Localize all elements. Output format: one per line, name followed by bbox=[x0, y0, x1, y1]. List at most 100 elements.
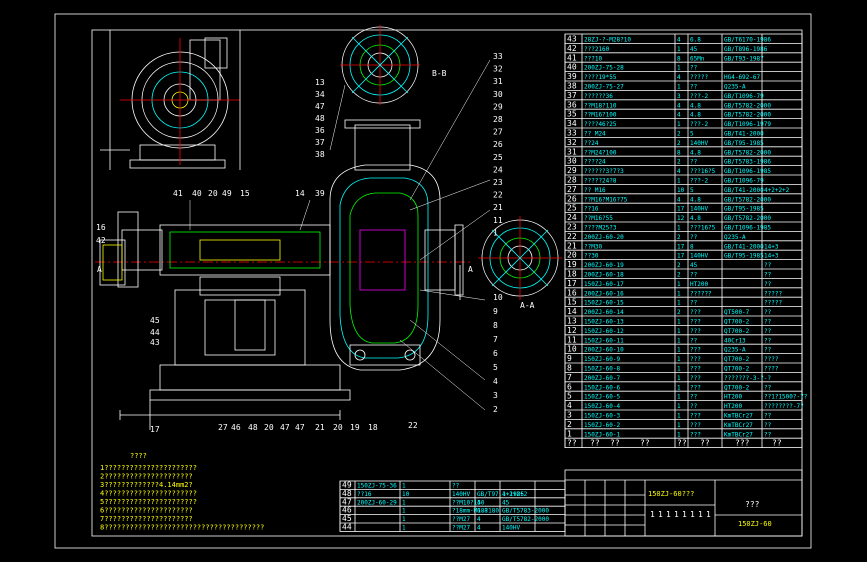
bom-cell: ?????24?8 bbox=[584, 178, 617, 185]
bom-cell: 150ZJ-60-13 bbox=[584, 319, 624, 326]
bom-cell: ??M24?100 bbox=[584, 149, 617, 156]
bom-cell: 42 bbox=[567, 44, 577, 53]
balloon-top-right: 33 bbox=[493, 52, 503, 61]
bom-cell: 27 bbox=[567, 185, 577, 194]
bom-cell: ???16?5 bbox=[690, 225, 716, 232]
balloon-bottom: 47 bbox=[295, 423, 305, 432]
note-line: 3?????????????4.14mm2? bbox=[100, 481, 193, 489]
bom-cell: GB/T896-1986 bbox=[724, 46, 768, 53]
bom-cell: 150ZJ-60-12 bbox=[584, 328, 624, 335]
bom-cell: QT700-2 bbox=[724, 356, 750, 363]
bom-cell: ????? bbox=[690, 74, 708, 81]
bom-cell: 4.8 bbox=[690, 196, 701, 203]
bom-cell: ????? bbox=[764, 290, 782, 297]
bom-cell: ??M16?55 bbox=[584, 215, 613, 222]
bom-cell: ?? bbox=[690, 394, 698, 401]
bom-cell: 150ZJ-60-2 bbox=[584, 422, 621, 429]
bom-cell: 40 bbox=[567, 63, 577, 72]
bom-cell: 1 bbox=[677, 394, 681, 401]
balloon-top-right: 31 bbox=[493, 77, 503, 86]
bom-cell: ??? bbox=[690, 375, 701, 382]
bom-cell: GB/T93-1987 bbox=[724, 55, 764, 62]
note-line: 2????????????????????? bbox=[100, 473, 193, 481]
bom-header-cell: ?? bbox=[610, 439, 620, 448]
balloon-top-right: 29 bbox=[493, 102, 503, 111]
bom-cell: 20 bbox=[567, 251, 577, 260]
bom-cell: ?? M24 bbox=[584, 131, 606, 138]
note-line: 4?????????????????????? bbox=[100, 490, 197, 498]
balloon-top-left: 13 bbox=[315, 78, 325, 87]
bom-cell: 2 bbox=[677, 309, 681, 316]
balloon-left: 16 bbox=[96, 223, 106, 232]
bom-cell: ??????3?7?3 bbox=[584, 168, 624, 175]
note-line: 1?????????????????????? bbox=[100, 464, 197, 472]
title-texts: 150ZJ-60??? ??? 150ZJ-60 bbox=[648, 490, 772, 528]
bom-cell: 1 bbox=[677, 366, 681, 373]
bom-cell: 200ZJ-60-14 bbox=[584, 309, 624, 316]
bom-cell: ????19*55 bbox=[584, 74, 617, 81]
pump-assembly-drawing: 43 28ZJ-?-M28?10 4 6.8 GB/T6170-198642 ???216… bbox=[54, 13, 812, 549]
bom-cell: 17 bbox=[567, 279, 577, 288]
bom-cell: ?? bbox=[764, 319, 772, 326]
bottom-bom-cell: 10 bbox=[402, 491, 410, 498]
bom-cell: ??? bbox=[690, 431, 701, 438]
bom-cell: 12 bbox=[677, 215, 685, 222]
balloon-top-left: 34 bbox=[315, 90, 325, 99]
bom-cell: ?? bbox=[690, 84, 698, 91]
bottom-bom-cell: 140HV bbox=[452, 491, 470, 498]
bom-cell: 7 bbox=[567, 373, 572, 382]
bom-cell: Q235-A bbox=[724, 84, 746, 91]
bom-cell: ?? bbox=[690, 300, 698, 307]
bom-cell: 45 bbox=[690, 46, 698, 53]
main-section-view bbox=[95, 119, 470, 430]
bom-cell: KmTBCr27 bbox=[724, 431, 753, 438]
balloon-bottom: 47 bbox=[280, 423, 290, 432]
balloon-top-left: 47 bbox=[315, 102, 325, 111]
bom-cell: 4 bbox=[677, 74, 681, 81]
bom-cell: 28ZJ-?-M28?10 bbox=[584, 37, 631, 44]
balloon-mid: 39 bbox=[315, 189, 325, 198]
bom-cell: ????M25?3 bbox=[584, 225, 617, 232]
bom-cell: 6.8 bbox=[690, 37, 701, 44]
bom-cell: 1 bbox=[677, 281, 681, 288]
bom-cell: 14+3 bbox=[764, 243, 779, 250]
bottom-bom-cell: ?? bbox=[452, 483, 460, 490]
bom-cell: 2 bbox=[677, 159, 681, 166]
note-line: 8?????????????????????????????????????? bbox=[100, 524, 264, 532]
bom-cell: 1 bbox=[677, 347, 681, 354]
bom-cell: ????24 bbox=[584, 159, 606, 166]
bom-cell: 14+3 bbox=[764, 253, 779, 260]
balloon-left: 45 bbox=[150, 316, 160, 325]
bottom-bom-cell: 1 bbox=[402, 499, 406, 506]
bom-cell: GB/T95-1985 bbox=[724, 140, 764, 147]
bom-header-cell: ?? bbox=[590, 439, 600, 448]
bom-cell: GB/T1096-1985 bbox=[724, 168, 771, 175]
bom-cell: 2 bbox=[567, 420, 572, 429]
part-balloons: 3332313029282726252423222111110987654321… bbox=[96, 52, 503, 434]
bom-cell: 36 bbox=[567, 100, 577, 109]
bom-cell: 14 bbox=[567, 307, 577, 316]
balloon-mid: 49 bbox=[222, 189, 232, 198]
scale-cell: 1 bbox=[690, 510, 695, 519]
bom-cell: 4+2+2+2 bbox=[764, 187, 790, 194]
bom-cell: ??? bbox=[690, 356, 701, 363]
bom-cell: 24 bbox=[567, 213, 577, 222]
bom-cell: HT200 bbox=[690, 281, 708, 288]
bom-cell: 31 bbox=[567, 147, 577, 156]
bom-cell: 1 bbox=[677, 46, 681, 53]
bom-cell: GB/T5782-2000 bbox=[724, 112, 771, 119]
bom-cell: GB/T5783-1986 bbox=[724, 159, 771, 166]
bom-cell: 3 bbox=[677, 93, 681, 100]
bom-cell: GB/T5782-2000 bbox=[724, 149, 771, 156]
balloon-top-right: 30 bbox=[493, 90, 503, 99]
bom-cell: ?? bbox=[764, 281, 772, 288]
bom-cell: ?????? bbox=[690, 290, 712, 297]
balloon-top-right: 24 bbox=[493, 165, 503, 174]
balloon-left: 42 bbox=[96, 236, 106, 245]
bom-cell: ?? bbox=[690, 159, 698, 166]
bom-cell: ?? bbox=[764, 262, 772, 269]
bom-cell: 37 bbox=[567, 91, 577, 100]
bom-cell: 65Mn bbox=[690, 55, 705, 62]
scale-cell: 1 bbox=[658, 510, 663, 519]
bom-cell: 1 bbox=[677, 121, 681, 128]
